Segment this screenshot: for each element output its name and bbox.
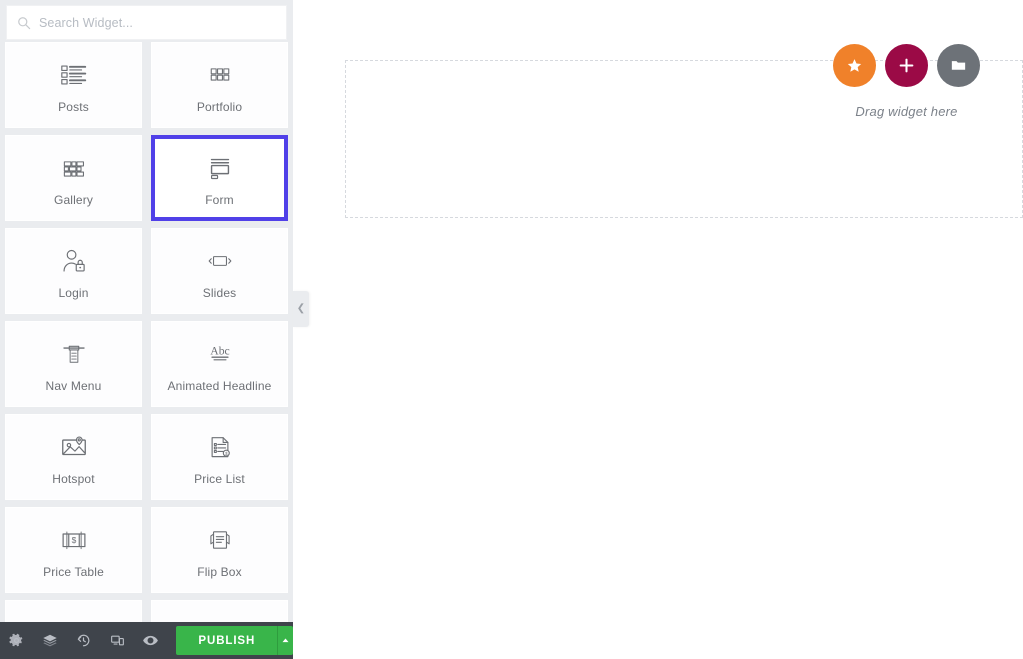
editor-bottom-toolbar: PUBLISH xyxy=(0,622,293,659)
layers-icon xyxy=(42,633,58,649)
responsive-mode-button[interactable] xyxy=(100,622,133,659)
search-icon xyxy=(17,16,31,30)
plus-icon xyxy=(897,56,916,75)
gear-icon xyxy=(9,633,24,648)
add-folder-button[interactable] xyxy=(937,44,980,87)
navigator-button[interactable] xyxy=(33,622,66,659)
search-input[interactable] xyxy=(39,6,276,39)
editor-canvas[interactable]: Drag widget here xyxy=(293,0,1023,659)
widget-grid: Posts Portfolio Gallery Form Login Slides Nav … xyxy=(0,42,293,659)
widget-card-slides[interactable]: Slides xyxy=(151,228,288,314)
svg-text:Abc: Abc xyxy=(210,344,230,357)
widget-card-label: Form xyxy=(205,192,234,207)
widget-card-label: Posts xyxy=(58,99,89,114)
folder-icon xyxy=(950,57,967,74)
widget-card-label: Animated Headline xyxy=(167,378,272,393)
widget-panel: Posts Portfolio Gallery Form Login Slides Nav … xyxy=(0,0,293,659)
widget-list-scroll[interactable]: Posts Portfolio Gallery Form Login Slides Nav … xyxy=(0,42,293,659)
portfolio-grid-icon xyxy=(203,58,237,92)
widget-card-flip-box[interactable]: Flip Box xyxy=(151,507,288,593)
add-template-button[interactable] xyxy=(833,44,876,87)
widget-card-label: Hotspot xyxy=(52,471,95,486)
publish-button[interactable]: PUBLISH xyxy=(176,626,278,655)
animated-headline-icon: Abc xyxy=(203,337,237,371)
posts-list-icon xyxy=(57,58,91,92)
add-section-controls: Drag widget here xyxy=(833,44,980,119)
add-buttons-row xyxy=(833,44,980,87)
panel-collapse-handle[interactable]: ❮ xyxy=(293,291,309,327)
price-table-icon: $ xyxy=(57,523,91,557)
eye-preview-icon xyxy=(142,632,159,649)
widget-card-form[interactable]: Form xyxy=(151,135,288,221)
publish-group: PUBLISH xyxy=(176,626,293,655)
gallery-bricks-icon xyxy=(57,151,91,185)
nav-menu-icon xyxy=(57,337,91,371)
svg-text:$: $ xyxy=(71,535,76,545)
preview-button[interactable] xyxy=(134,622,167,659)
responsive-devices-icon xyxy=(110,633,125,648)
widget-card-label: Portfolio xyxy=(196,99,243,114)
chevron-left-icon: ❮ xyxy=(296,303,306,314)
widget-card-price-list[interactable]: $ Price List xyxy=(151,414,288,500)
form-icon xyxy=(203,151,237,185)
widget-card-label: Flip Box xyxy=(197,564,242,579)
star-icon xyxy=(846,57,863,74)
login-user-lock-icon xyxy=(57,244,91,278)
widget-card-label: Price List xyxy=(194,471,245,486)
flip-box-icon xyxy=(203,523,237,557)
hotspot-image-pin-icon xyxy=(57,430,91,464)
widget-card-label: Slides xyxy=(202,285,237,300)
caret-up-icon xyxy=(281,632,290,650)
history-clock-icon xyxy=(76,633,91,648)
widget-card-label: Nav Menu xyxy=(45,378,102,393)
widget-card-label: Gallery xyxy=(53,192,94,207)
widget-card-portfolio[interactable]: Portfolio xyxy=(151,42,288,128)
slides-carousel-icon xyxy=(203,244,237,278)
drag-widget-hint: Drag widget here xyxy=(855,104,958,119)
widget-card-gallery[interactable]: Gallery xyxy=(5,135,142,221)
widget-card-label: Price Table xyxy=(43,564,104,579)
settings-button[interactable] xyxy=(0,622,33,659)
widget-card-price-table[interactable]: $ Price Table xyxy=(5,507,142,593)
elementor-editor: Posts Portfolio Gallery Form Login Slides Nav … xyxy=(0,0,1023,659)
widget-card-label: Login xyxy=(58,285,89,300)
widget-card-hotspot[interactable]: Hotspot xyxy=(5,414,142,500)
widget-card-posts[interactable]: Posts xyxy=(5,42,142,128)
widget-card-animated-headline[interactable]: Abc Animated Headline xyxy=(151,321,288,407)
widget-card-nav-menu[interactable]: Nav Menu xyxy=(5,321,142,407)
widget-card-login[interactable]: Login xyxy=(5,228,142,314)
search-widget-bar[interactable] xyxy=(6,5,287,40)
price-list-icon: $ xyxy=(203,430,237,464)
history-button[interactable] xyxy=(67,622,100,659)
publish-options-button[interactable] xyxy=(277,626,293,655)
add-section-button[interactable] xyxy=(885,44,928,87)
